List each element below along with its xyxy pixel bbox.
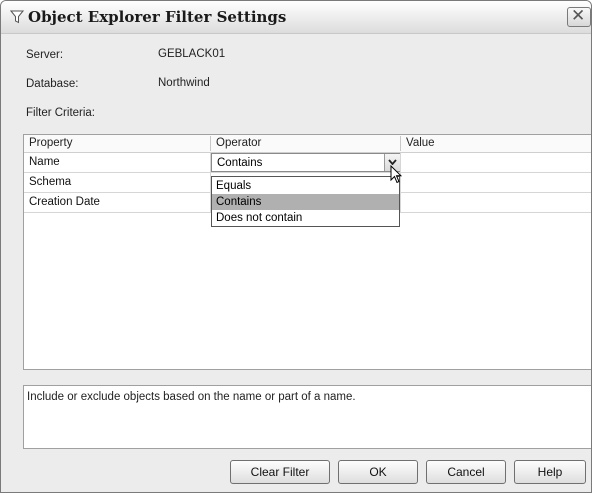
ok-button[interactable]: OK <box>338 460 418 484</box>
server-value: GEBLACK01 <box>158 48 226 60</box>
funnel-icon <box>10 10 24 24</box>
server-label: Server: <box>26 49 64 61</box>
column-header-value[interactable]: Value <box>406 137 435 149</box>
dropdown-option-equals[interactable]: Equals <box>212 178 399 194</box>
operator-select-value: Contains <box>217 157 263 169</box>
grid-row-name[interactable]: Name Contains <box>24 153 591 173</box>
column-divider[interactable] <box>400 136 401 151</box>
dropdown-option-does-not-contain[interactable]: Does not contain <box>212 210 399 226</box>
cancel-button[interactable]: Cancel <box>426 460 506 484</box>
filter-criteria-label: Filter Criteria: <box>26 107 96 119</box>
operator-dropdown-list: Equals Contains Does not contain <box>211 176 400 227</box>
dropdown-option-contains[interactable]: Contains <box>212 194 399 210</box>
database-label: Database: <box>26 78 79 90</box>
database-value: Northwind <box>158 77 210 89</box>
description-text: Include or exclude objects based on the … <box>27 391 356 403</box>
cell-divider <box>400 193 401 213</box>
property-cell: Schema <box>29 176 72 188</box>
column-header-property[interactable]: Property <box>29 137 72 149</box>
column-header-operator[interactable]: Operator <box>216 137 261 149</box>
close-icon: ✕ <box>571 6 586 26</box>
clear-filter-button[interactable]: Clear Filter <box>230 460 330 484</box>
description-panel: Include or exclude objects based on the … <box>23 385 591 449</box>
operator-select[interactable]: Contains <box>211 153 401 172</box>
filter-criteria-grid: Property Operator Value Name Contains Sc… <box>23 134 591 370</box>
column-divider[interactable] <box>210 136 211 151</box>
property-cell: Name <box>29 156 60 168</box>
help-button[interactable]: Help <box>514 460 586 484</box>
title-bar[interactable]: Object Explorer Filter Settings ✕ <box>1 1 591 34</box>
filter-settings-dialog: Object Explorer Filter Settings ✕ Server… <box>0 0 592 493</box>
dialog-title: Object Explorer Filter Settings <box>28 8 287 26</box>
property-cell: Creation Date <box>29 196 100 208</box>
grid-header: Property Operator Value <box>24 135 591 153</box>
mouse-cursor-icon <box>390 165 402 184</box>
close-button[interactable]: ✕ <box>567 6 591 27</box>
